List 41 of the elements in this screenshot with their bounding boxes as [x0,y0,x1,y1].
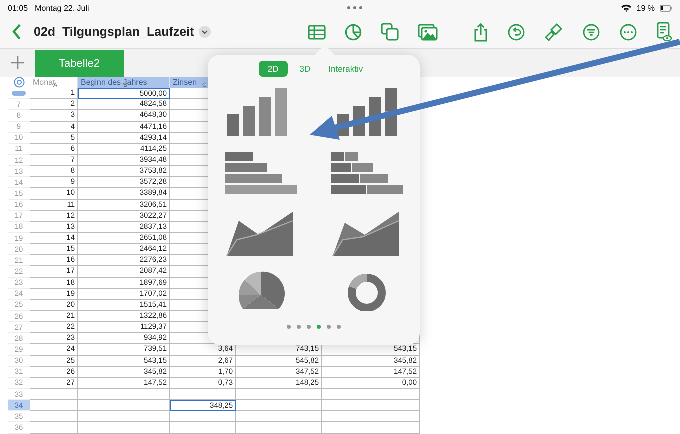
filter-icon[interactable] [583,24,600,40]
shapes-icon[interactable] [380,23,399,41]
page-dot[interactable] [317,325,321,329]
chart-type-tab[interactable]: 2D [258,61,288,77]
document-view-icon[interactable] [657,22,672,42]
date: Montag 22. Juli [35,4,90,12]
month-cell [30,422,78,434]
interest-cell [170,422,236,434]
bar-chart-icon[interactable] [223,151,299,197]
page-dot[interactable] [337,325,341,329]
battery-icon [660,4,672,12]
row-header[interactable] [8,88,30,100]
clock: 01:05 [8,4,28,12]
more-icon[interactable] [620,24,637,40]
document-title[interactable]: 02d_Tilgungsplan_Laufzeit [34,25,194,39]
battery-level: 19 % [636,4,655,12]
stacked-bar-chart-icon[interactable] [329,151,405,197]
select-all-icon[interactable] [14,77,24,88]
sheet-tab[interactable]: Tabelle2 [35,50,124,77]
dropdown-icon[interactable] [199,26,212,38]
wifi-icon [620,4,632,12]
page-dot[interactable] [327,325,331,329]
chart-icon[interactable] [344,24,362,40]
undo-icon[interactable] [508,24,525,40]
chart-type-tab[interactable]: Interaktiv [322,61,370,77]
table-icon[interactable] [308,24,326,40]
chart-type-tab[interactable]: 3D [294,61,317,77]
page-dot[interactable] [287,325,291,329]
share-icon[interactable] [474,22,488,42]
month-cell [30,400,78,412]
add-icon[interactable] [11,56,25,70]
picture-icon[interactable] [418,24,438,40]
page-dot[interactable] [297,325,301,329]
month-cell [30,411,78,422]
interest-cell [170,411,236,422]
row-selection-handle[interactable] [12,90,26,96]
page-dot[interactable] [307,325,311,329]
paintbrush-icon[interactable] [545,22,563,42]
back-icon[interactable] [12,24,22,40]
multitask-icon[interactable] [347,6,364,10]
month-cell [30,388,78,400]
